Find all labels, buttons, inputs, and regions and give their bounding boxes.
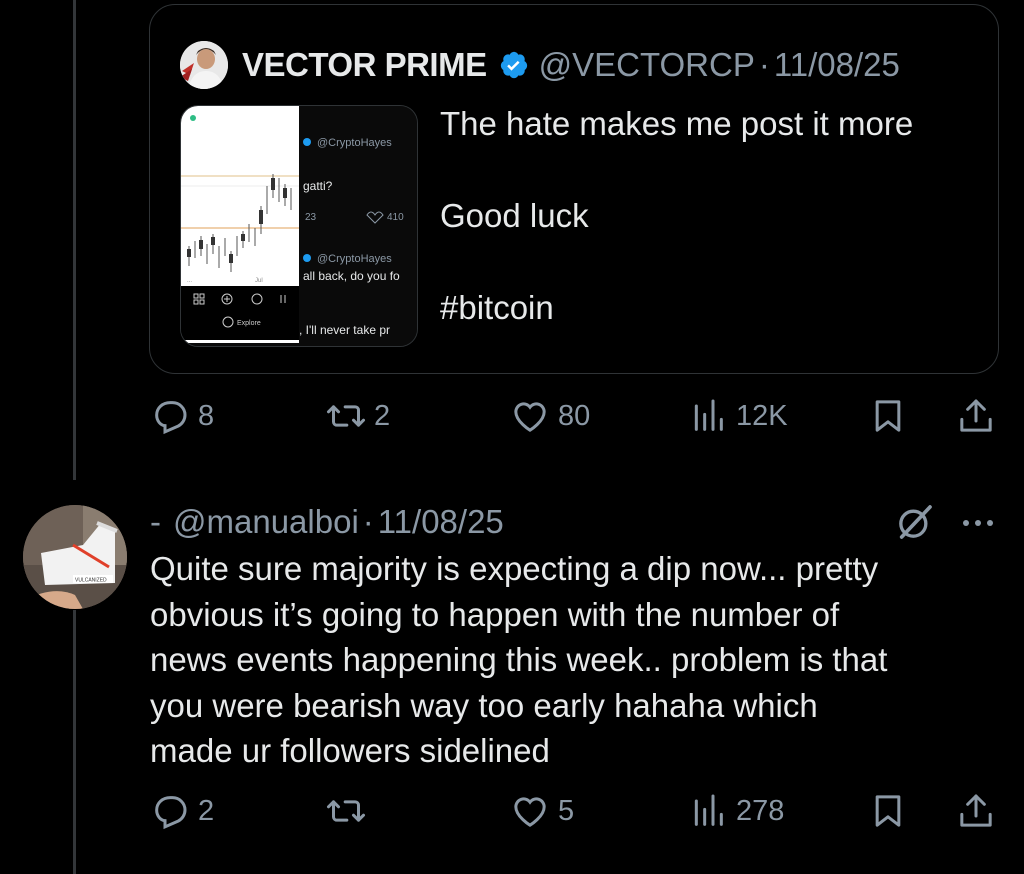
reply-text-line: news events happening this week.. proble… bbox=[150, 641, 888, 678]
thread-line-top bbox=[73, 0, 76, 480]
like-button[interactable]: 80 bbox=[510, 391, 590, 441]
share-button[interactable] bbox=[956, 391, 996, 441]
reply-text-line: you were bearish way too early hahaha wh… bbox=[150, 686, 818, 724]
quoted-text-hashtag[interactable]: #bitcoin bbox=[440, 285, 913, 331]
repost-button[interactable]: 2 bbox=[326, 391, 390, 441]
like-icon bbox=[514, 402, 546, 432]
verified-badge-icon bbox=[500, 51, 527, 79]
more-icon[interactable] bbox=[958, 508, 998, 538]
thumb-axis-label: Jul bbox=[255, 278, 263, 284]
quoted-post-header: VECTOR PRIME @VECTORCP · 11/08/25 bbox=[180, 41, 900, 89]
bookmark-button[interactable] bbox=[868, 391, 908, 441]
quoted-text-line bbox=[440, 147, 913, 193]
repost-icon bbox=[327, 405, 365, 427]
repost-count: 2 bbox=[374, 399, 391, 432]
reply-text-line: obvious it’s going to happen with the nu… bbox=[150, 595, 840, 633]
like-icon bbox=[514, 797, 546, 827]
views-count: 12K bbox=[736, 399, 788, 432]
repost-icon bbox=[327, 800, 365, 822]
reply-text-line: made ur followers sidelined bbox=[150, 732, 550, 769]
reply-count: 2 bbox=[198, 794, 215, 827]
like-count: 80 bbox=[558, 399, 591, 432]
share-icon bbox=[960, 794, 992, 827]
bookmark-icon bbox=[875, 795, 901, 827]
reply-post-text: Quite sure majority is expecting a dip n… bbox=[150, 546, 1000, 774]
grok-icon[interactable] bbox=[895, 502, 935, 542]
views-icon bbox=[694, 399, 723, 431]
thumb-explore-label: Explore bbox=[237, 320, 261, 327]
repost-button[interactable] bbox=[326, 786, 374, 836]
views-button[interactable]: 278 bbox=[688, 786, 784, 836]
reply-icon bbox=[155, 796, 187, 830]
quoted-post-text: The hate makes me post it more Good luck… bbox=[440, 101, 913, 331]
quoted-post-card[interactable]: VECTOR PRIME @VECTORCP · 11/08/25 ... Ju… bbox=[149, 4, 999, 374]
quoted-text-line: The hate makes me post it more bbox=[440, 105, 914, 142]
thumb-stat-reply: 23 bbox=[305, 212, 317, 223]
reply-author-avatar[interactable]: VULCANIZED bbox=[23, 505, 127, 609]
thumb-stat-like: 410 bbox=[387, 212, 404, 223]
reply-author-name[interactable]: - bbox=[150, 503, 161, 541]
header-separator: · bbox=[362, 503, 374, 540]
like-button[interactable]: 5 bbox=[510, 786, 574, 836]
post-action-bar: 8 2 80 12K bbox=[150, 391, 1000, 441]
thumb-handle-2: @CryptoHayes bbox=[317, 253, 392, 265]
reply-author-handle[interactable]: @manualboi bbox=[173, 503, 359, 541]
like-count: 5 bbox=[558, 794, 575, 827]
thread-line-bottom bbox=[73, 610, 76, 874]
bookmark-icon bbox=[875, 400, 901, 432]
quoted-author-handle[interactable]: @VECTORCP bbox=[539, 46, 755, 84]
quoted-author-name[interactable]: VECTOR PRIME bbox=[242, 46, 487, 84]
share-icon bbox=[960, 399, 992, 432]
quoted-post-date[interactable]: 11/08/25 bbox=[774, 46, 900, 84]
reply-icon bbox=[155, 401, 187, 435]
share-button[interactable] bbox=[956, 786, 996, 836]
thumb-snippet-3: , I'll never take pr bbox=[299, 323, 390, 337]
avatar-shoe-label: VULCANIZED bbox=[75, 578, 107, 584]
views-count: 278 bbox=[736, 794, 785, 827]
thumb-handle-1: @CryptoHayes bbox=[317, 137, 392, 149]
reply-text-line: Quite sure majority is expecting a dip n… bbox=[150, 550, 879, 587]
quoted-author-avatar[interactable] bbox=[180, 41, 228, 89]
views-button[interactable]: 12K bbox=[688, 391, 788, 441]
bookmark-button[interactable] bbox=[868, 786, 908, 836]
svg-text:...: ... bbox=[187, 278, 192, 284]
views-icon bbox=[694, 794, 723, 826]
reply-count: 8 bbox=[198, 399, 215, 432]
quoted-post-image[interactable]: ... Jul Explore @CryptoHayes gatti? 23 4… bbox=[180, 105, 418, 347]
reply-post-date[interactable]: 11/08/25 bbox=[378, 503, 504, 541]
reply-post-header: - @manualboi · 11/08/25 bbox=[150, 502, 504, 542]
thumb-snippet-1: gatti? bbox=[303, 179, 333, 193]
reply-action-bar: 2 5 278 bbox=[150, 786, 1000, 836]
quoted-text-line: Good luck bbox=[440, 197, 589, 234]
header-separator: · bbox=[758, 46, 770, 83]
reply-button[interactable]: 8 bbox=[150, 391, 214, 441]
thumb-snippet-2: all back, do you fo bbox=[303, 269, 400, 283]
quoted-text-line bbox=[440, 239, 913, 285]
reply-button[interactable]: 2 bbox=[150, 786, 214, 836]
